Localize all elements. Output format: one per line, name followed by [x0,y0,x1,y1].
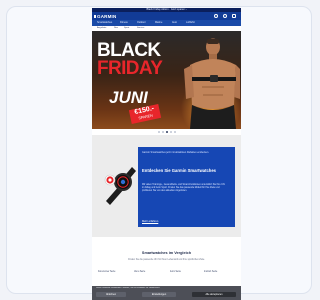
cookie-banner: Diese Website verwendet Cookies, um Ihr … [92,286,241,300]
cookie-text: Diese Website verwendet Cookies, um Ihr … [96,287,161,289]
promo-card: Garmin Smartwatches jetzt mit attraktive… [138,147,235,227]
promo-title: Entdecken Sie Garmin Smartwatches [142,168,217,173]
promo-body-text: Mit vielen Trainings-, Gesundheits- und … [142,184,225,193]
carousel-dot[interactable] [162,131,164,133]
price-tag: €150.- SPAREN [128,104,162,124]
promo-section: Garmin Smartwatches jetzt mit attraktive… [92,135,241,237]
section-subtitle: Finden Sie die passende Uhr für Ihren Le… [128,259,205,261]
comparison-column[interactable]: Instinct Serie [204,271,234,274]
site-logo[interactable]: GARMIN [97,14,116,19]
hero-title-friday: FRIDAY [97,58,163,79]
cookie-accept-button[interactable]: Alle akzeptieren [192,292,236,297]
webpage-screenshot: Black Friday Aktion · Jetzt sparen › GAR… [92,8,241,300]
logo-icon [94,14,96,18]
carousel-dot-active[interactable] [166,131,168,133]
section-title: Smartwatches im Vergleich [141,251,192,255]
carousel-dot[interactable] [158,131,160,133]
athlete-image [184,38,240,129]
cookie-decline-button[interactable]: Ablehnen [96,292,126,297]
comparison-column[interactable]: Forerunner Serie [98,271,128,274]
site-header: GARMIN [92,12,241,20]
account-icon[interactable] [223,14,227,18]
comparison-column[interactable]: Venu Serie [134,271,164,274]
promo-link[interactable]: Mehr erfahren [142,220,158,223]
carousel-dot[interactable] [174,131,176,133]
comparison-columns: Forerunner Serie Venu Serie fenix Serie … [98,271,235,285]
hero-subtitle-juni: JUNI [109,88,148,107]
smartwatch-image [104,167,136,205]
promo-intro-text: Garmin Smartwatches jetzt mit attraktive… [142,151,209,154]
hero-banner[interactable]: BLACK FRIDAY JUNI €150.- SPAREN [92,31,241,129]
comparison-column[interactable]: fenix Serie [170,271,200,274]
cart-icon[interactable] [232,14,236,18]
carousel-dot[interactable] [170,131,172,133]
search-icon[interactable] [214,14,218,18]
cookie-settings-button[interactable]: Einstellungen [142,292,176,297]
